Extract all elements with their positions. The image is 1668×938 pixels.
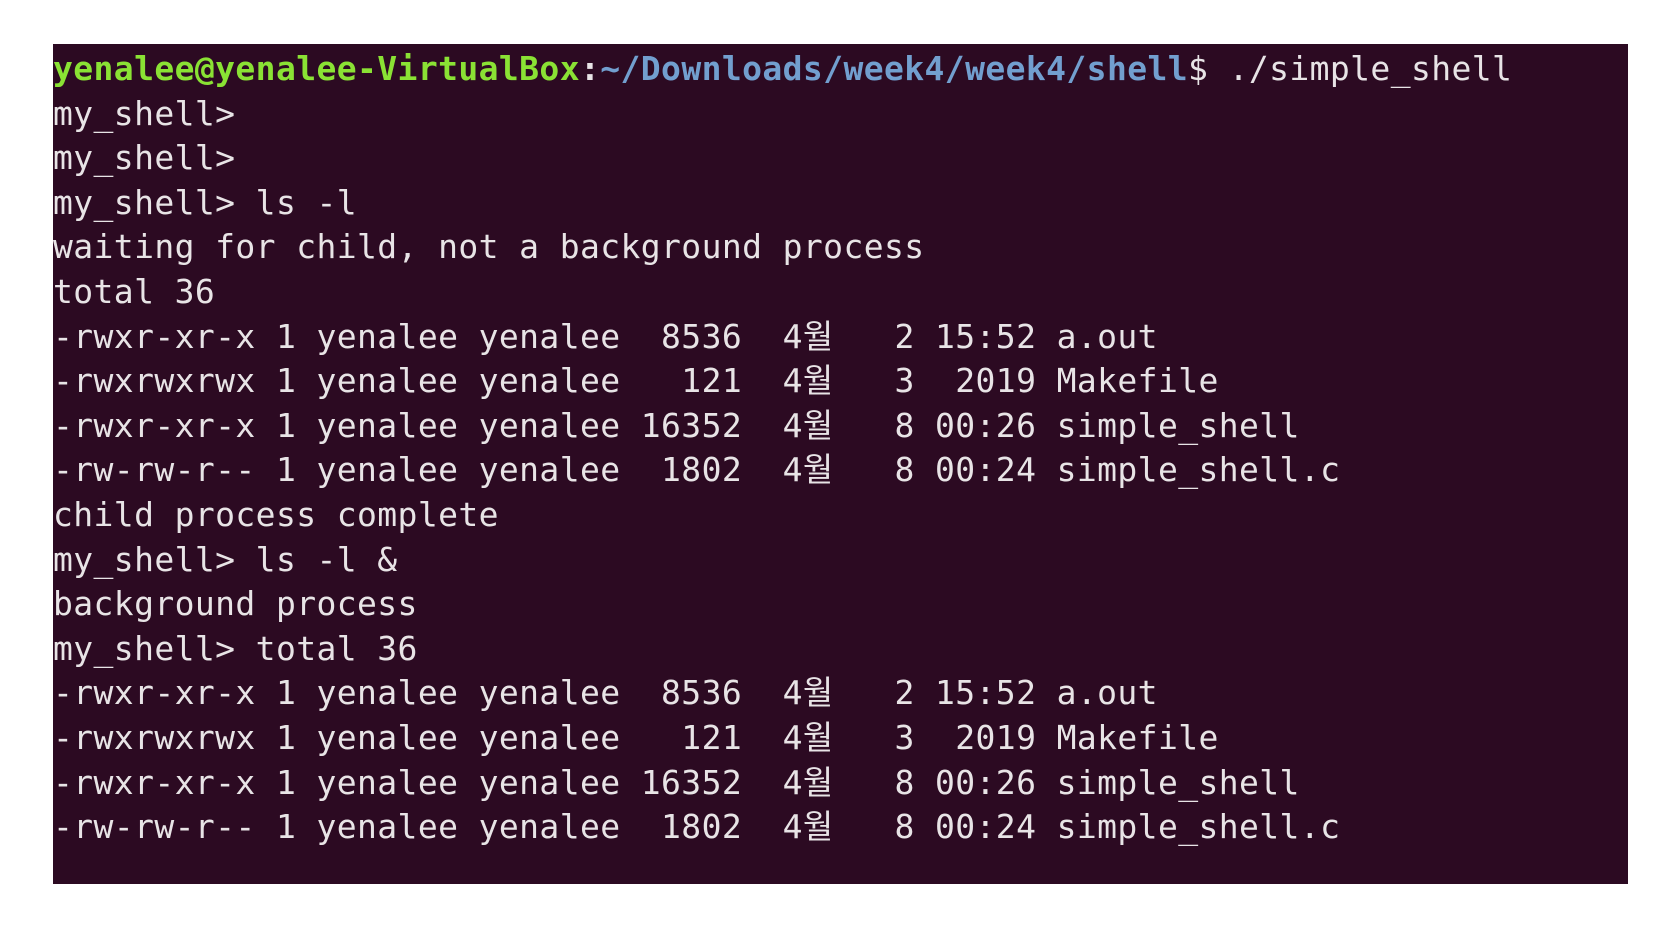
terminal-line: -rwxrwxrwx 1 yenalee yenalee 121 4월 3 20… — [53, 361, 1219, 401]
terminal-line: my_shell> — [53, 138, 236, 178]
terminal-line: -rw-rw-r-- 1 yenalee yenalee 1802 4월 8 0… — [53, 450, 1341, 490]
terminal-line: my_shell> ls -l & — [53, 539, 398, 579]
prompt-colon: : — [579, 49, 601, 88]
terminal-line: -rw-rw-r-- 1 yenalee yenalee 1802 4월 8 0… — [53, 807, 1341, 847]
terminal-line: -rwxr-xr-x 1 yenalee yenalee 16352 4월 8 … — [53, 762, 1300, 802]
terminal-line: -rwxr-xr-x 1 yenalee yenalee 8536 4월 2 1… — [53, 316, 1158, 356]
terminal-line: my_shell> — [53, 93, 236, 133]
terminal-line: child process complete — [53, 494, 499, 534]
terminal-window[interactable]: yenalee@yenalee-VirtualBox:~/Downloads/w… — [53, 44, 1628, 884]
prompt-command: ./simple_shell — [1228, 49, 1513, 88]
terminal-line: -rwxr-xr-x 1 yenalee yenalee 16352 4월 8 … — [53, 405, 1300, 445]
prompt-dollar: $ — [1188, 49, 1229, 88]
terminal-line: my_shell> total 36 — [53, 628, 418, 668]
terminal-line: -rwxr-xr-x 1 yenalee yenalee 8536 4월 2 1… — [53, 673, 1158, 713]
prompt-path: ~/Downloads/week4/week4/shell — [600, 49, 1189, 88]
terminal-line: my_shell> ls -l — [53, 182, 358, 222]
terminal-line: waiting for child, not a background proc… — [53, 227, 925, 267]
terminal-line: -rwxrwxrwx 1 yenalee yenalee 121 4월 3 20… — [53, 717, 1219, 757]
prompt-user-host: yenalee@yenalee-VirtualBox — [53, 49, 580, 88]
terminal-line: background process — [53, 584, 418, 624]
terminal-line: total 36 — [53, 271, 216, 311]
prompt-line: yenalee@yenalee-VirtualBox:~/Downloads/w… — [53, 47, 1628, 92]
